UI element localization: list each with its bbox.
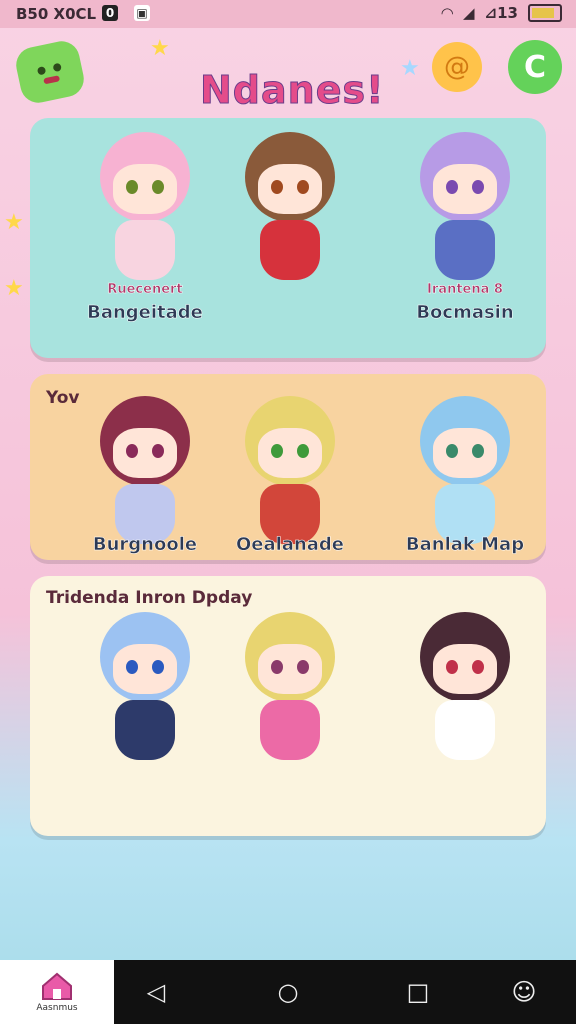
character-card[interactable]: [70, 612, 220, 782]
character-face: [113, 644, 177, 694]
character-section-card: Tridenda Inron Dpday: [30, 576, 546, 836]
character-eye: [472, 444, 484, 458]
character-outfit: [115, 700, 175, 760]
status-time: B50 X0CL: [16, 5, 97, 23]
character-card[interactable]: Oealanade: [215, 396, 365, 566]
character-outfit: [115, 220, 175, 280]
battery-icon: [528, 4, 562, 22]
character-eye: [446, 660, 458, 674]
home-icon: [42, 972, 72, 1000]
section-label: Tridenda Inron Dpday: [46, 588, 253, 608]
nav-home-label: Aasnmus: [36, 1003, 78, 1013]
character-card[interactable]: Ruecenert Bangeitade: [70, 132, 220, 323]
character-card[interactable]: [390, 612, 540, 782]
mascot-menu-button[interactable]: [12, 37, 88, 107]
character-section-card: Yov Burgnoole Oealanade Banlak Map: [30, 374, 546, 560]
character-face: [433, 164, 497, 214]
back-icon[interactable]: ◁: [140, 976, 172, 1008]
character-face: [433, 428, 497, 478]
notification-badge: 0: [102, 5, 118, 21]
star-icon: ★: [150, 36, 170, 61]
nav-home-tab[interactable]: Aasnmus: [0, 960, 114, 1024]
character-eye: [152, 444, 164, 458]
mention-icon-button[interactable]: @: [432, 42, 482, 92]
character-face: [113, 428, 177, 478]
character-eye: [297, 180, 309, 194]
character-section-card: Ruecenert Bangeitade Irantena 8 Bocmasin: [30, 118, 546, 358]
character-caption: Irantena 8: [427, 282, 503, 298]
character-eye: [446, 180, 458, 194]
refresh-icon-button[interactable]: C: [508, 40, 562, 94]
page-title: Ndanes!: [199, 68, 385, 113]
character-outfit: [435, 700, 495, 760]
home-circle-icon[interactable]: ○: [272, 976, 304, 1008]
character-card[interactable]: Irantena 8 Bocmasin: [390, 132, 540, 323]
character-eye: [152, 660, 164, 674]
character-eye: [126, 180, 138, 194]
profile-icon[interactable]: ☺: [508, 976, 540, 1008]
character-eye: [297, 660, 309, 674]
character-eye: [297, 444, 309, 458]
character-face: [258, 428, 322, 478]
character-card[interactable]: [215, 132, 365, 302]
character-face: [433, 644, 497, 694]
character-name: Bocmasin: [416, 302, 514, 324]
character-name: Bangeitade: [87, 302, 203, 324]
character-eye: [271, 444, 283, 458]
character-card[interactable]: Banlak Map: [390, 396, 540, 566]
star-icon: ★: [400, 56, 420, 81]
status-bar: B50 X0CL 0 ▣ ◠ ◢ ⊿13: [0, 0, 576, 28]
character-caption: Ruecenert: [107, 282, 183, 298]
gallery-icon: ▣: [134, 5, 150, 21]
character-outfit: [260, 700, 320, 760]
character-outfit: [435, 220, 495, 280]
character-name: Oealanade: [235, 534, 345, 556]
recents-icon[interactable]: □: [402, 976, 434, 1008]
top-bar: Ndanes! @ C: [0, 28, 576, 118]
character-face: [258, 164, 322, 214]
character-eye: [472, 660, 484, 674]
signal-strength-text: ⊿13: [484, 4, 518, 22]
star-icon: ★: [4, 276, 24, 301]
character-eye: [271, 180, 283, 194]
signal-icon: ◢: [463, 4, 475, 22]
mascot-face-icon: [37, 63, 62, 84]
character-eye: [446, 444, 458, 458]
character-face: [258, 644, 322, 694]
star-icon: ★: [4, 210, 24, 235]
character-face: [113, 164, 177, 214]
bottom-navigation: Aasnmus ◁ ○ □ ☺: [0, 960, 576, 1024]
character-eye: [126, 660, 138, 674]
character-eye: [271, 660, 283, 674]
character-outfit: [260, 220, 320, 280]
character-eye: [152, 180, 164, 194]
wifi-icon: ◠: [441, 4, 453, 22]
character-eye: [126, 444, 138, 458]
character-name: Banlak Map: [405, 534, 525, 556]
character-eye: [472, 180, 484, 194]
character-card[interactable]: [215, 612, 365, 782]
